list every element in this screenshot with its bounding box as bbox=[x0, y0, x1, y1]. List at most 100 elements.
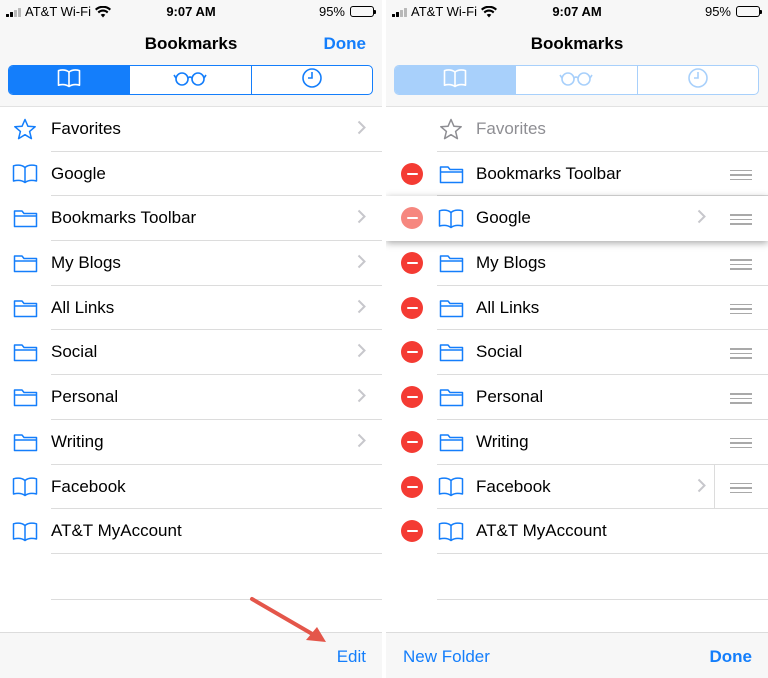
delete-button[interactable] bbox=[401, 162, 423, 185]
left-screen: AT&T Wi-Fi 9:07 AM 95% Bookmarks Done Fa… bbox=[0, 0, 382, 678]
bookmark-label: My Blogs bbox=[51, 253, 121, 273]
bookmark-label: All Links bbox=[51, 297, 115, 317]
clock-icon bbox=[301, 67, 323, 94]
reorder-handle-icon[interactable] bbox=[730, 214, 752, 228]
bookmark-row-att-myaccount[interactable]: AT&T MyAccount bbox=[0, 509, 382, 554]
book-icon bbox=[438, 476, 464, 498]
bookmark-row-all-links[interactable]: All Links bbox=[386, 286, 768, 331]
bookmark-row-writing[interactable]: Writing bbox=[386, 420, 768, 465]
bookmark-row-social[interactable]: Social bbox=[0, 330, 382, 376]
bookmark-row-my-blogs[interactable]: My Blogs bbox=[0, 241, 382, 286]
edit-button[interactable]: Edit bbox=[337, 647, 366, 667]
battery-percent: 95% bbox=[704, 4, 731, 19]
nav-bar: Bookmarks Done bbox=[0, 22, 382, 64]
bookmark-row-my-blogs[interactable]: My Blogs bbox=[386, 241, 768, 286]
bookmark-label: Bookmarks Toolbar bbox=[51, 208, 197, 228]
annotation-arrow-icon bbox=[250, 597, 326, 642]
bookmark-row-writing[interactable]: Writing bbox=[0, 420, 382, 465]
bookmark-label: Favorites bbox=[476, 119, 546, 138]
status-bar: AT&T Wi-Fi 9:07 AM 95% bbox=[0, 0, 382, 22]
book-icon bbox=[12, 163, 38, 185]
bookmark-row-google-dragging[interactable]: Google bbox=[386, 196, 768, 242]
reorder-handle-icon[interactable] bbox=[730, 303, 752, 318]
reorder-handle-icon[interactable] bbox=[730, 259, 752, 273]
reorder-handle-icon[interactable] bbox=[730, 393, 752, 407]
bookmark-label: Writing bbox=[476, 431, 529, 451]
bookmark-label: Writing bbox=[51, 431, 104, 451]
book-icon bbox=[443, 68, 467, 93]
glasses-icon bbox=[173, 70, 208, 91]
reorder-handle-icon[interactable] bbox=[730, 437, 752, 452]
folder-icon bbox=[438, 431, 464, 453]
minus-icon bbox=[406, 262, 418, 265]
minus-icon bbox=[406, 306, 418, 309]
bookmark-label: All Links bbox=[476, 297, 540, 317]
delete-button[interactable] bbox=[401, 252, 423, 275]
segment-bookmarks bbox=[395, 66, 517, 94]
folder-icon bbox=[12, 431, 38, 453]
bookmark-row-favorites: Favorites bbox=[386, 107, 768, 152]
chevron-right-icon bbox=[357, 254, 366, 274]
bookmark-label: Favorites bbox=[51, 119, 121, 138]
chevron-right-icon bbox=[697, 209, 706, 229]
page-title: Bookmarks bbox=[530, 34, 624, 53]
done-button[interactable]: Done bbox=[710, 647, 753, 667]
done-button[interactable]: Done bbox=[324, 34, 367, 54]
battery-icon bbox=[350, 6, 376, 17]
delete-button[interactable] bbox=[401, 207, 423, 230]
bookmark-row-facebook[interactable]: Facebook bbox=[386, 464, 768, 510]
folder-icon bbox=[12, 207, 38, 229]
bookmark-row-social[interactable]: Social bbox=[386, 330, 768, 376]
bookmark-row-att-myaccount[interactable]: AT&T MyAccount bbox=[386, 509, 768, 554]
bookmark-row-personal[interactable]: Personal bbox=[0, 375, 382, 420]
segment-reading-list[interactable] bbox=[130, 66, 252, 94]
folder-icon bbox=[12, 341, 38, 363]
minus-icon bbox=[406, 217, 418, 220]
folder-icon bbox=[438, 341, 464, 363]
book-icon bbox=[12, 520, 38, 542]
delete-button[interactable] bbox=[401, 386, 423, 409]
bookmark-row-favorites[interactable]: Favorites bbox=[0, 107, 382, 152]
bookmark-label: Google bbox=[51, 163, 106, 183]
segment-history[interactable] bbox=[252, 66, 372, 94]
reorder-handle-icon[interactable] bbox=[730, 169, 752, 184]
bookmark-row-bookmarks-toolbar[interactable]: Bookmarks Toolbar bbox=[0, 196, 382, 242]
folder-icon bbox=[438, 252, 464, 274]
folder-icon bbox=[12, 386, 38, 408]
right-screen-edit-mode: AT&T Wi-Fi 9:07 AM 95% Bookmarks Favorit… bbox=[386, 0, 768, 678]
bookmark-label: Google bbox=[476, 208, 531, 228]
bookmark-row-personal[interactable]: Personal bbox=[386, 375, 768, 420]
delete-button[interactable] bbox=[401, 296, 423, 319]
bookmark-row-facebook[interactable]: Facebook bbox=[0, 465, 382, 510]
bookmark-label: My Blogs bbox=[476, 253, 546, 273]
new-folder-button[interactable]: New Folder bbox=[403, 647, 490, 667]
reorder-handle-icon[interactable] bbox=[730, 482, 752, 497]
bookmark-label: Bookmarks Toolbar bbox=[476, 163, 622, 183]
clock-icon bbox=[687, 67, 709, 94]
delete-button[interactable] bbox=[401, 475, 423, 498]
minus-icon bbox=[406, 530, 418, 533]
bookmark-label: AT&T MyAccount bbox=[476, 521, 607, 541]
folder-icon bbox=[438, 163, 464, 185]
chevron-right-icon bbox=[357, 388, 366, 408]
folder-icon bbox=[12, 297, 38, 319]
bookmark-row-all-links[interactable]: All Links bbox=[0, 286, 382, 331]
bookmarks-segmented-control bbox=[8, 65, 373, 95]
segment-bookmarks[interactable] bbox=[9, 66, 131, 94]
chevron-right-icon bbox=[697, 478, 706, 498]
bookmark-row-google[interactable]: Google bbox=[0, 152, 382, 197]
delete-button[interactable] bbox=[401, 341, 423, 364]
segment-reading-list bbox=[516, 66, 638, 94]
bookmark-row-bookmarks-toolbar[interactable]: Bookmarks Toolbar bbox=[386, 152, 768, 197]
delete-button[interactable] bbox=[401, 430, 423, 453]
reorder-handle-icon[interactable] bbox=[730, 348, 752, 362]
bottom-toolbar: New Folder Done bbox=[386, 632, 768, 678]
chevron-right-icon bbox=[357, 120, 366, 140]
folder-icon bbox=[12, 252, 38, 274]
delete-button[interactable] bbox=[401, 520, 423, 543]
star-icon bbox=[438, 118, 464, 140]
folder-icon bbox=[438, 386, 464, 408]
bookmarks-edit-list: Favorites Bookmarks Toolbar Google My Bl… bbox=[386, 106, 768, 632]
status-bar: AT&T Wi-Fi 9:07 AM 95% bbox=[386, 0, 768, 22]
folder-icon bbox=[438, 297, 464, 319]
